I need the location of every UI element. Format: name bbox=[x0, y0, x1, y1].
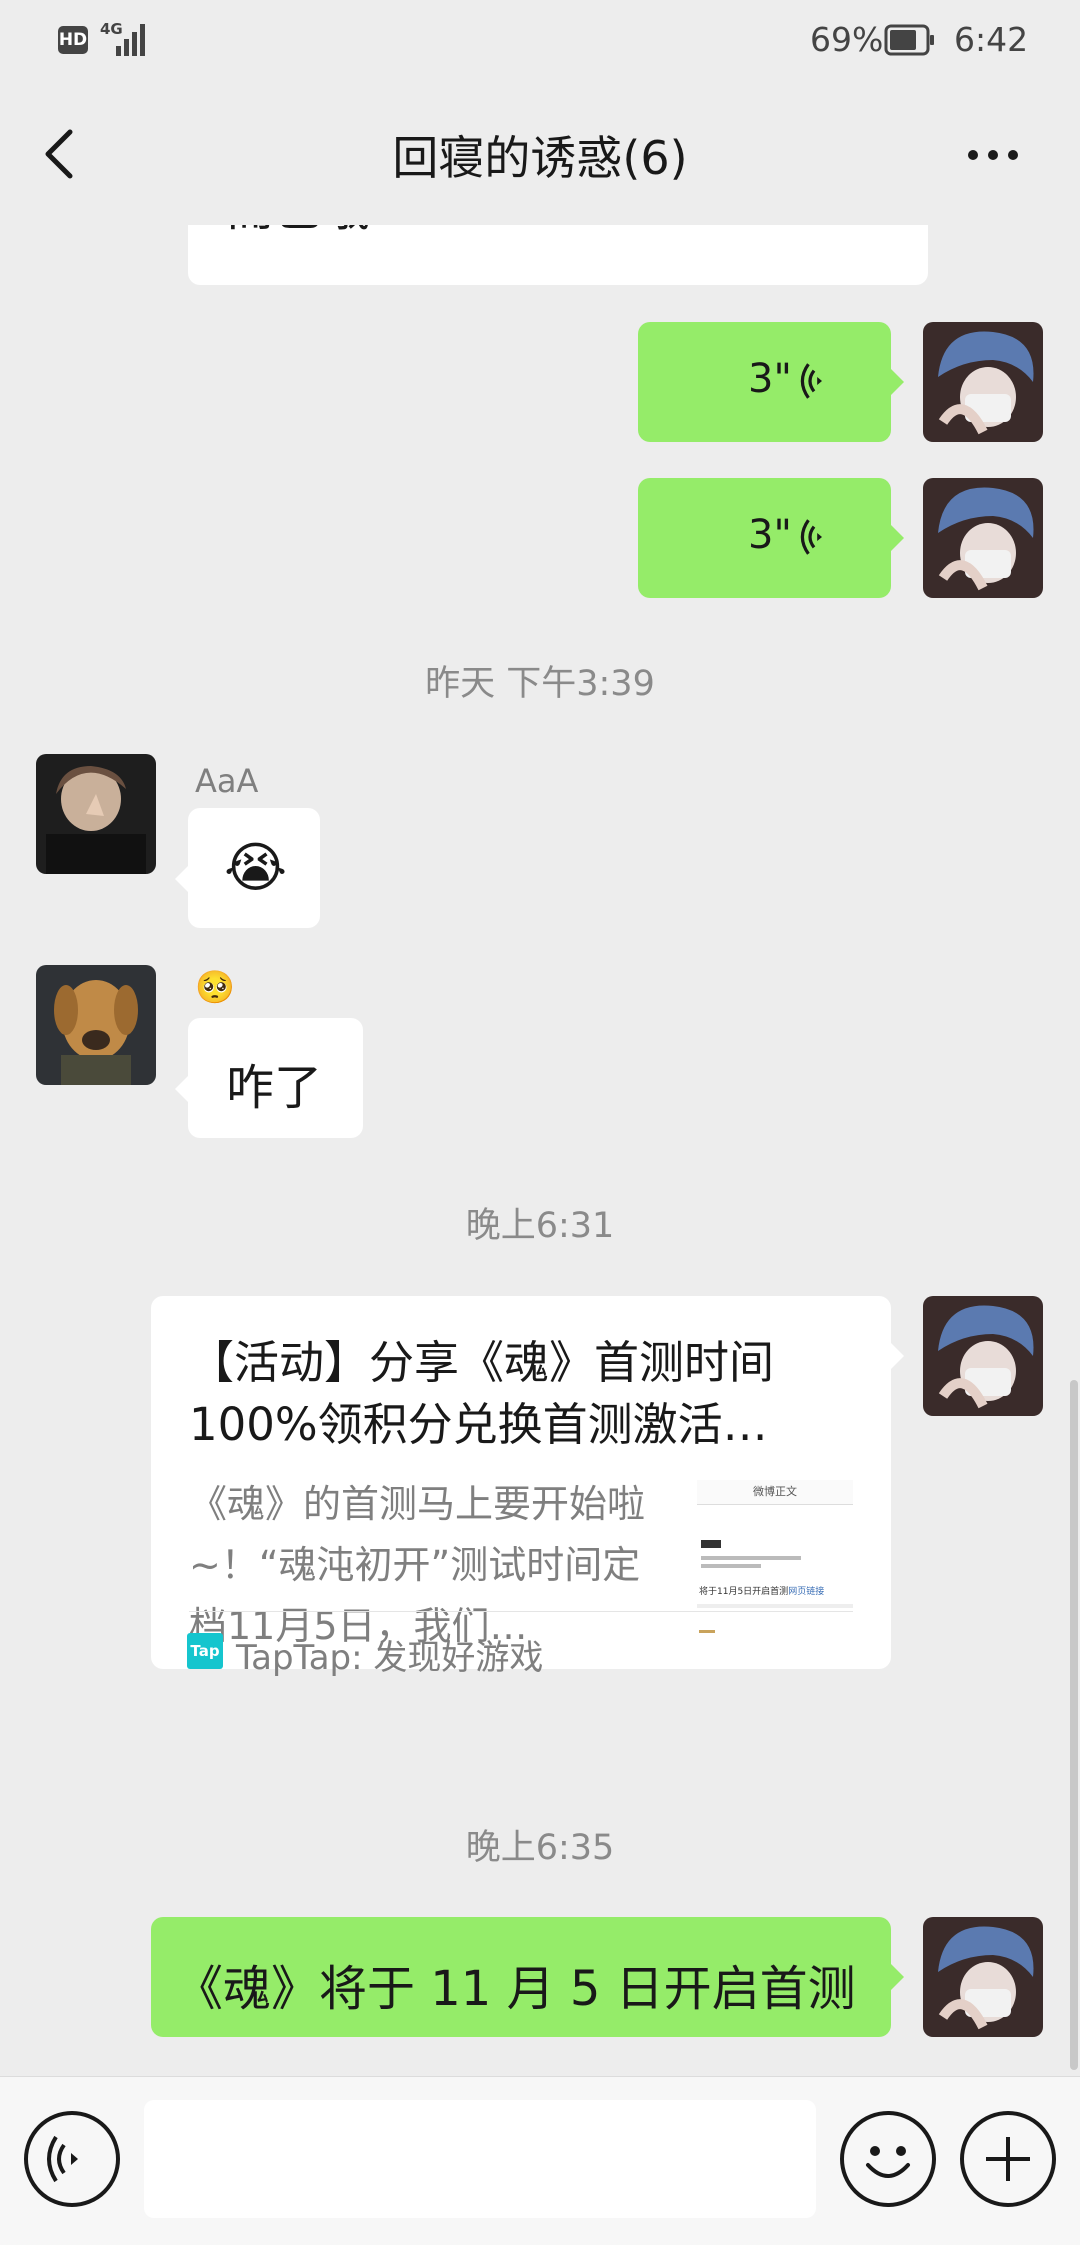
message-bubble[interactable]: 咋了 bbox=[188, 1018, 363, 1138]
voice-input-glyph bbox=[47, 2135, 78, 2183]
message-bubble[interactable]: 😭 bbox=[188, 808, 320, 928]
sender-name: 🥺 bbox=[195, 968, 235, 1006]
message-text: 咋了 bbox=[226, 1060, 323, 1116]
timestamp: 晚上6:31 bbox=[465, 1206, 615, 1246]
message-bubble[interactable]: 《魂》将于 11 月 5 日开启首测 bbox=[151, 1917, 891, 2037]
voice-input-icon[interactable] bbox=[24, 2111, 120, 2207]
thumbnail-divider bbox=[697, 1604, 853, 1608]
plus-glyph bbox=[986, 2137, 1030, 2181]
timestamp: 昨天 下午3:39 bbox=[425, 664, 655, 704]
message-input[interactable] bbox=[144, 2100, 816, 2218]
taptap-icon: Tap bbox=[187, 1633, 223, 1669]
link-card-title: 【活动】分享《魂》首测时间100%领积分兑换首测激活… bbox=[189, 1336, 775, 1451]
message-text: 《魂》将于 11 月 5 日开启首测 bbox=[175, 1961, 856, 2017]
thumbnail-link: 网页链接 bbox=[788, 1587, 825, 1597]
bubble-tail bbox=[890, 1963, 904, 1991]
scrollbar[interactable] bbox=[1070, 1380, 1078, 2070]
my-avatar[interactable] bbox=[923, 322, 1043, 442]
signal-icon bbox=[116, 24, 145, 56]
voice-duration: 3" bbox=[748, 356, 792, 402]
timestamp: 晚上6:35 bbox=[465, 1828, 615, 1868]
bubble-tail bbox=[890, 1342, 904, 1370]
member-avatar[interactable] bbox=[36, 754, 156, 874]
bubble-tail bbox=[890, 368, 904, 396]
hd-badge: HD bbox=[58, 26, 88, 54]
bubble-tail bbox=[175, 865, 189, 893]
sender-name: AaA bbox=[195, 762, 259, 800]
clock: 6:42 bbox=[954, 20, 1029, 59]
link-card-thumbnail: 微博正文 将于11月5日开启首测网页链接 bbox=[697, 1480, 853, 1640]
voice-wave-icon bbox=[800, 519, 822, 555]
voice-message-bubble[interactable]: 3" bbox=[638, 322, 891, 442]
voice-wave-icon bbox=[800, 363, 822, 399]
my-avatar[interactable] bbox=[923, 1917, 1043, 2037]
emoji-glyph bbox=[866, 2146, 910, 2178]
thumbnail-avatar bbox=[701, 1540, 721, 1548]
thumbnail-meta bbox=[701, 1556, 801, 1560]
my-avatar[interactable] bbox=[923, 478, 1043, 598]
avatar-image bbox=[923, 478, 1043, 598]
status-bar: HD 4G 69% 6:42 bbox=[0, 0, 1080, 80]
message-text: 而已哦 bbox=[226, 225, 370, 239]
battery-percent: 69% bbox=[810, 20, 884, 59]
emoji-icon[interactable] bbox=[840, 2111, 936, 2207]
thumbnail-line: 将于11月5日开启首测 bbox=[699, 1587, 789, 1597]
avatar-image bbox=[923, 322, 1043, 442]
thumbnail-meta bbox=[701, 1564, 761, 1568]
battery-icon bbox=[884, 24, 934, 56]
avatar-image bbox=[36, 965, 156, 1085]
link-card-source: TapTap: 发现好游戏 bbox=[236, 1638, 544, 1678]
message-emoji: 😭 bbox=[224, 836, 288, 899]
my-avatar[interactable] bbox=[923, 1296, 1043, 1416]
avatar-image bbox=[36, 754, 156, 874]
message-bubble-partial[interactable]: 而已哦 bbox=[188, 225, 928, 285]
member-avatar[interactable] bbox=[36, 965, 156, 1085]
link-card-divider bbox=[189, 1611, 853, 1612]
plus-icon[interactable] bbox=[960, 2111, 1056, 2207]
voice-message-bubble[interactable]: 3" bbox=[638, 478, 891, 598]
bubble-tail bbox=[175, 1075, 189, 1103]
chat-area[interactable]: 而已哦 3" 3" bbox=[0, 225, 1080, 2076]
voice-duration: 3" bbox=[748, 512, 792, 558]
thumbnail-header: 微博正文 bbox=[697, 1480, 853, 1505]
link-card[interactable]: 【活动】分享《魂》首测时间100%领积分兑换首测激活… 《魂》的首测马上要开始啦… bbox=[151, 1296, 891, 1678]
avatar-image bbox=[923, 1917, 1043, 2037]
avatar-image bbox=[923, 1296, 1043, 1416]
thumbnail-accent bbox=[699, 1630, 715, 1633]
more-dots-icon[interactable] bbox=[965, 140, 1021, 170]
chat-title: 回寝的诱惑(6) bbox=[392, 131, 688, 185]
thumbnail-text: 将于11月5日开启首测网页链接 bbox=[699, 1584, 824, 1597]
bubble-tail bbox=[890, 524, 904, 552]
